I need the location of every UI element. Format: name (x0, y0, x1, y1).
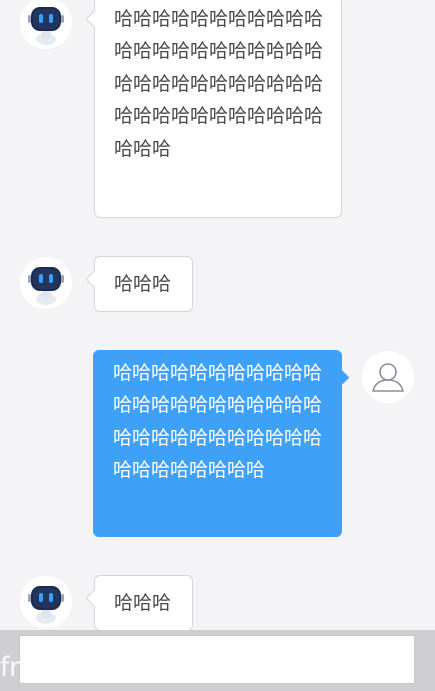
bot-avatar (20, 0, 72, 49)
user-icon (362, 351, 414, 403)
bot-avatar (20, 576, 72, 628)
robot-icon (20, 576, 72, 628)
bot-message: 哈哈哈 (94, 256, 193, 312)
bot-message: 哈哈哈 (94, 575, 193, 630)
input-bar-handle (30, 686, 100, 691)
bot-message: 哈哈哈哈哈哈哈哈哈哈哈哈哈哈哈哈哈哈哈哈哈哈哈哈哈哈哈哈哈哈哈哈哈哈哈哈哈哈哈哈… (94, 0, 342, 218)
chat-message-list[interactable]: 哈哈哈哈哈哈哈哈哈哈哈哈哈哈哈哈哈哈哈哈哈哈哈哈哈哈哈哈哈哈哈哈哈哈哈哈哈哈哈哈… (0, 0, 435, 630)
user-avatar (362, 351, 414, 403)
message-input[interactable] (19, 635, 415, 684)
robot-icon (20, 0, 72, 49)
robot-icon (20, 257, 72, 309)
user-message: 哈哈哈哈哈哈哈哈哈哈哈哈哈哈哈哈哈哈哈哈哈哈哈哈哈哈哈哈哈哈哈哈哈哈哈哈哈哈哈哈… (93, 350, 342, 537)
input-bar (0, 630, 435, 691)
bot-avatar (20, 257, 72, 309)
